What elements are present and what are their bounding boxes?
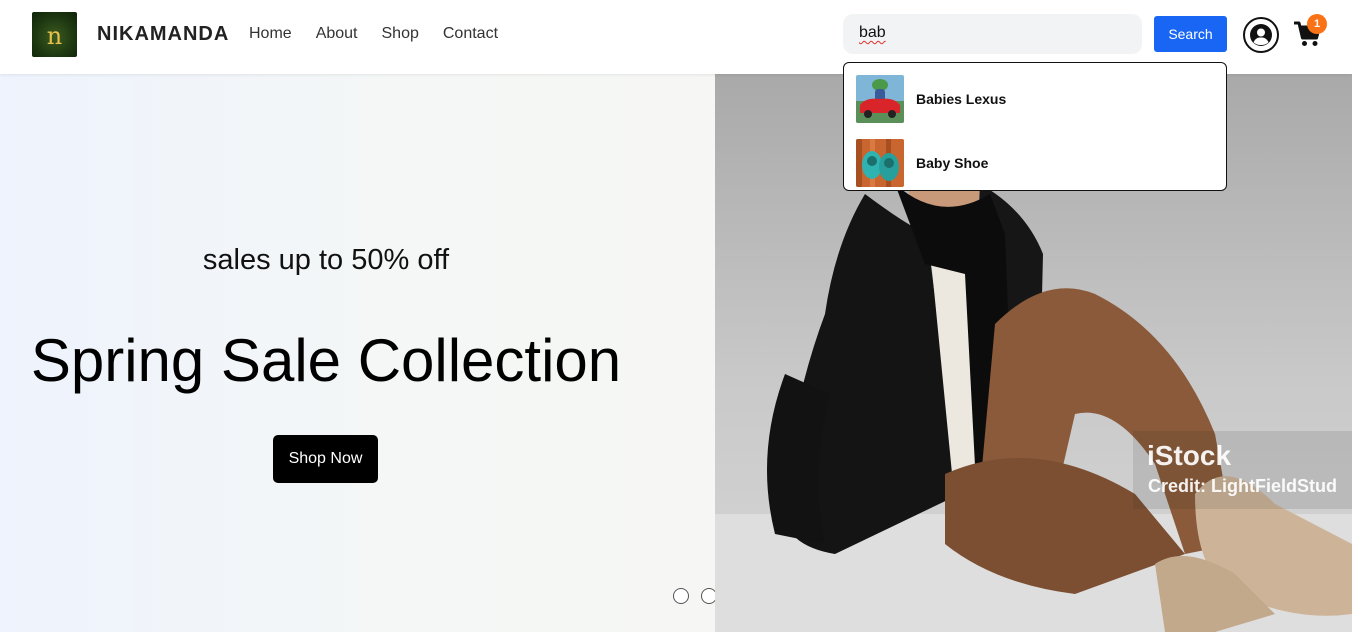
logo-letter: n: [46, 21, 63, 50]
account-button[interactable]: [1243, 17, 1279, 53]
nav-shop[interactable]: Shop: [382, 25, 419, 43]
search-button[interactable]: Search: [1154, 16, 1227, 52]
suggestion-item[interactable]: Baby Shoe: [844, 135, 1226, 191]
search-suggestions-dropdown: Babies Lexus Baby Shoe: [843, 62, 1227, 191]
shop-now-button[interactable]: Shop Now: [273, 435, 378, 483]
carousel-dot-1[interactable]: [673, 588, 689, 604]
nav-home[interactable]: Home: [249, 25, 292, 43]
suggestion-thumbnail: [856, 75, 904, 123]
cart-count-badge: 1: [1307, 14, 1327, 34]
watermark-logo: iStock: [1147, 440, 1232, 471]
suggestion-label: Baby Shoe: [916, 155, 989, 171]
suggestion-label: Babies Lexus: [916, 91, 1007, 107]
suggestion-thumbnail: [856, 139, 904, 187]
site-logo[interactable]: n: [32, 12, 77, 57]
search-input[interactable]: [843, 14, 1142, 54]
user-circle-icon: [1250, 24, 1272, 46]
main-nav: Home About Shop Contact: [249, 25, 498, 43]
brand-name[interactable]: NIKAMANDA: [97, 23, 229, 46]
suggestion-item[interactable]: Babies Lexus: [844, 71, 1226, 127]
hero-title: Spring Sale Collection: [30, 327, 622, 394]
watermark-credit: Credit: LightFieldStud: [1148, 476, 1337, 496]
hero-subtitle: sales up to 50% off: [202, 244, 450, 276]
nav-about[interactable]: About: [316, 25, 358, 43]
nav-contact[interactable]: Contact: [443, 25, 498, 43]
